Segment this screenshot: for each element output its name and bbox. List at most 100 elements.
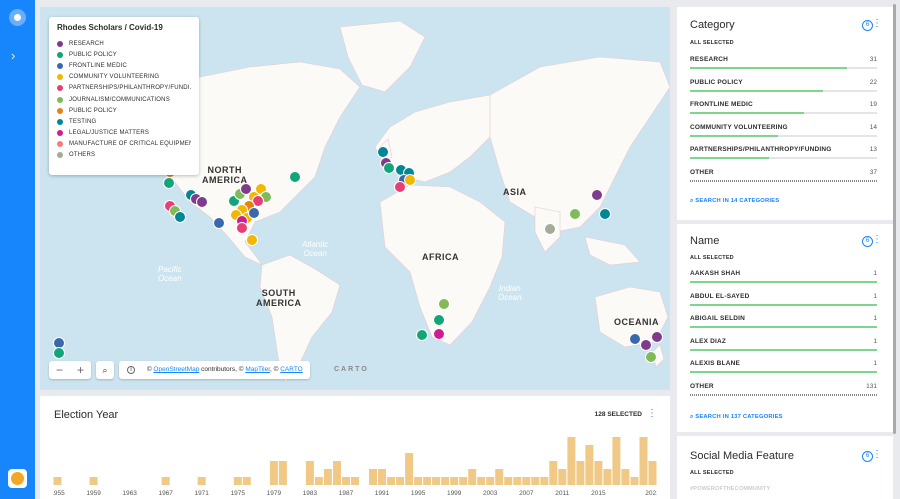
histogram-bar[interactable]	[53, 477, 62, 485]
histogram-bar[interactable]	[612, 437, 621, 485]
histogram-bar[interactable]	[459, 477, 468, 485]
category-row[interactable]: PUBLIC POLICY 22	[690, 79, 877, 95]
category-row[interactable]: OTHER 131	[690, 383, 877, 399]
name-menu-icon[interactable]: ⋮	[872, 234, 882, 245]
zoom-in-button[interactable]: +	[70, 361, 91, 379]
histogram-bar[interactable]	[387, 477, 396, 485]
social-faded-row[interactable]: #POWEROFTHECOMMUNITY	[690, 486, 770, 492]
histogram-bar[interactable]	[639, 437, 648, 485]
histogram-bar[interactable]	[161, 477, 170, 485]
map-point[interactable]	[196, 196, 208, 208]
histogram-bar[interactable]	[450, 477, 459, 485]
histogram-bar[interactable]	[197, 477, 206, 485]
histogram-bar[interactable]	[648, 461, 657, 485]
map-point[interactable]	[248, 207, 260, 219]
map-point[interactable]	[416, 329, 428, 341]
category-row[interactable]: FRONTLINE MEDIC 19	[690, 101, 877, 117]
map-point[interactable]	[383, 162, 395, 174]
histogram-bar[interactable]	[540, 477, 549, 485]
histogram-chart[interactable]: 1955 1959 1963 1967 1971 1975 1979 1983 1987 1991…	[53, 431, 657, 497]
histogram-bar[interactable]	[504, 477, 513, 485]
sidebar-scrollbar[interactable]	[893, 4, 896, 434]
social-menu-icon[interactable]: ⋮	[872, 449, 882, 460]
user-avatar[interactable]	[8, 469, 27, 488]
map-point[interactable]	[544, 223, 556, 235]
histogram-bar[interactable]	[576, 461, 585, 485]
histogram-bar[interactable]	[89, 477, 98, 485]
map-point[interactable]	[569, 208, 581, 220]
histogram-bar[interactable]	[432, 477, 441, 485]
category-search-link[interactable]: ⌕ SEARCH IN 14 CATEGORIES	[690, 198, 779, 205]
histogram-bar[interactable]	[549, 461, 558, 485]
osm-link[interactable]: OpenStreetMap	[153, 366, 199, 373]
histogram-bar[interactable]	[585, 445, 594, 485]
row-bar-track	[690, 348, 877, 351]
histogram-bar[interactable]	[342, 477, 350, 485]
histogram-bar[interactable]	[594, 461, 603, 485]
histogram-bar[interactable]	[378, 469, 386, 485]
histogram-bar[interactable]	[468, 469, 477, 485]
zoom-out-button[interactable]: −	[49, 361, 70, 379]
histogram-bar[interactable]	[369, 469, 377, 485]
map-point[interactable]	[599, 208, 611, 220]
histogram-bar[interactable]	[314, 477, 323, 485]
histogram-bar[interactable]	[305, 461, 314, 485]
legend-swatch-icon	[57, 51, 63, 58]
histogram-bar[interactable]	[269, 461, 278, 485]
map-point[interactable]	[591, 189, 603, 201]
chevron-right-icon[interactable]: ›	[11, 48, 15, 63]
map-point[interactable]	[163, 177, 175, 189]
histogram-bar[interactable]	[242, 477, 251, 485]
histogram-bar[interactable]	[621, 469, 630, 485]
map-point[interactable]	[438, 298, 450, 310]
map-point[interactable]	[433, 314, 445, 326]
map-point[interactable]	[404, 174, 416, 186]
histogram-bar[interactable]	[630, 477, 639, 485]
histogram-bar[interactable]	[414, 477, 423, 485]
carto-link[interactable]: CARTO	[280, 366, 303, 373]
histogram-bar[interactable]	[396, 477, 405, 485]
histogram-bar[interactable]	[278, 461, 287, 485]
map-point[interactable]	[213, 217, 225, 229]
histogram-bar[interactable]	[603, 469, 612, 485]
name-search-link[interactable]: ⌕ SEARCH IN 137 CATEGORIES	[690, 414, 783, 421]
category-row[interactable]: COMMUNITY VOLUNTEERING 14	[690, 124, 877, 140]
category-row[interactable]: ALEXIS BLANE 1	[690, 360, 877, 376]
category-row[interactable]: RESEARCH 31	[690, 56, 877, 72]
histogram-bar[interactable]	[405, 453, 414, 485]
map-point[interactable]	[236, 222, 248, 234]
map-point[interactable]	[53, 347, 65, 359]
map-point[interactable]	[433, 328, 445, 340]
info-icon[interactable]: i	[127, 366, 135, 374]
histogram-bar[interactable]	[567, 437, 576, 485]
map-point[interactable]	[640, 339, 652, 351]
maptiler-link[interactable]: MapTiler	[245, 366, 270, 373]
category-row[interactable]: OTHER 37	[690, 169, 877, 185]
histogram-bar[interactable]	[351, 477, 359, 485]
category-row[interactable]: AAKASH SHAH 1	[690, 270, 877, 286]
category-row[interactable]: ABDUL EL-SAYED 1	[690, 293, 877, 309]
category-menu-icon[interactable]: ⋮	[872, 18, 882, 29]
map-point[interactable]	[246, 234, 258, 246]
histogram-bar[interactable]	[323, 469, 332, 485]
histogram-bar[interactable]	[333, 461, 341, 485]
histogram-bar[interactable]	[477, 477, 486, 485]
histogram-bar[interactable]	[558, 469, 567, 485]
histogram-menu-icon[interactable]: ⋮	[647, 408, 657, 419]
histogram-bar[interactable]	[423, 477, 432, 485]
histogram-bar[interactable]	[522, 477, 531, 485]
category-row[interactable]: ALEX DIAZ 1	[690, 338, 877, 354]
category-row[interactable]: PARTNERSHIPS/PHILANTHROPY/FUNDING 13	[690, 146, 877, 162]
category-row[interactable]: ABIGAIL SELDIN 1	[690, 315, 877, 331]
map-search-button[interactable]: ⌕	[96, 361, 114, 379]
map-point[interactable]	[651, 331, 663, 343]
map-point[interactable]	[289, 171, 301, 183]
histogram-bar[interactable]	[486, 477, 495, 485]
histogram-bar[interactable]	[531, 477, 540, 485]
map-point[interactable]	[174, 211, 186, 223]
histogram-bar[interactable]	[233, 477, 242, 485]
histogram-bar[interactable]	[513, 477, 522, 485]
histogram-bar[interactable]	[441, 477, 450, 485]
map-point[interactable]	[645, 351, 657, 363]
histogram-bar[interactable]	[495, 469, 504, 485]
